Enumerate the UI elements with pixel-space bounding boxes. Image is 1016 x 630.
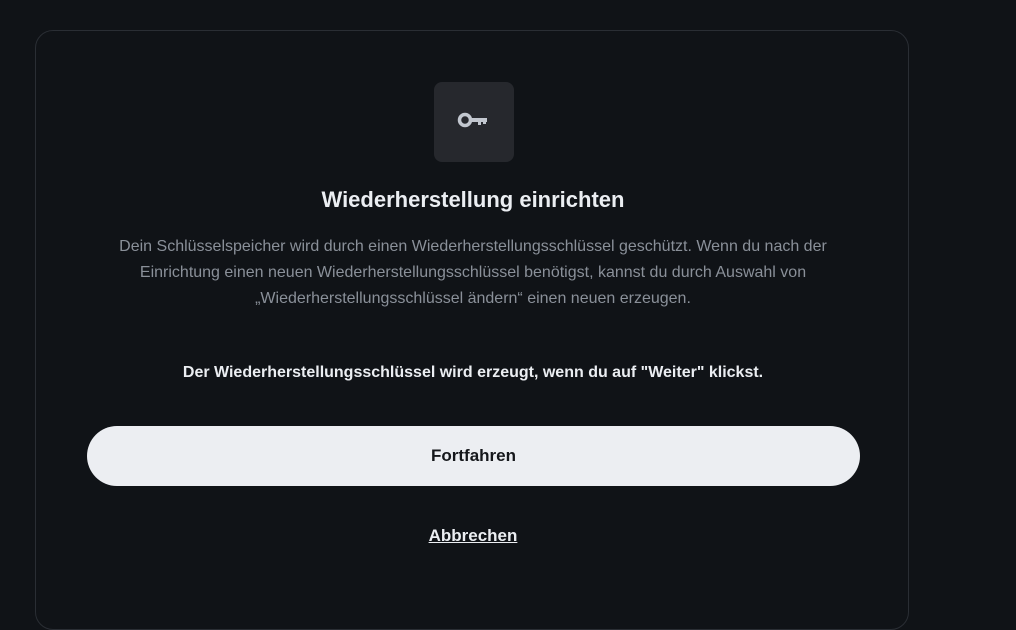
dialog-description: Dein Schlüsselspeicher wird durch einen … [119, 238, 827, 307]
cancel-link-container: Abbrechen [36, 525, 910, 547]
generation-note: Der Wiederherstellungsschlüssel wird erz… [182, 364, 764, 381]
dialog-title: Wiederherstellung einrichten [321, 187, 625, 212]
key-icon [457, 112, 491, 133]
recovery-setup-dialog: Wiederherstellung einrichten Dein Schlüs… [35, 30, 909, 630]
cancel-link[interactable]: Abbrechen [429, 526, 518, 545]
key-icon-container [434, 82, 514, 162]
continue-button[interactable]: Fortfahren [87, 426, 860, 486]
